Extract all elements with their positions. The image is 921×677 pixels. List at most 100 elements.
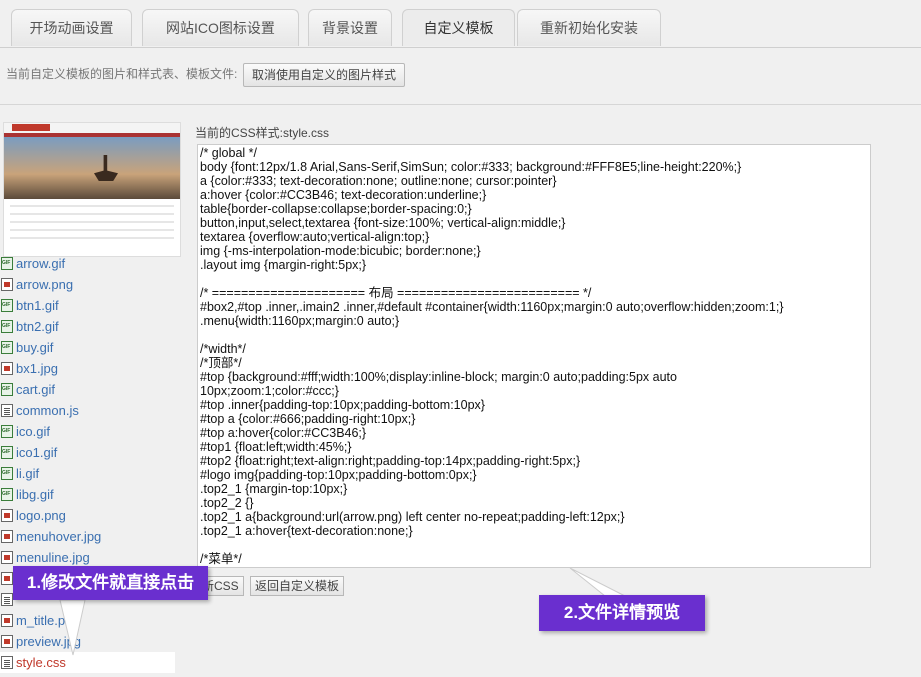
css-line: #box2,#top .inner,.imain2 .inner,#defaul… [200,300,784,314]
tab-background-settings[interactable]: 背景设置 [308,9,392,46]
css-line: /*菜单*/ [200,552,242,566]
css-line [200,272,868,286]
css-line: /* ===================== 布局 ============… [200,286,592,300]
file-item[interactable]: libg.gif [0,484,190,505]
gif-icon [1,425,13,438]
gif-icon [1,341,13,354]
back-to-template-button[interactable]: 返回自定义模板 [250,576,345,596]
image-icon [1,551,13,564]
file-list: arrow.gif arrow.png btn1.gif btn2.gif buy.gi… [0,253,190,673]
file-item[interactable]: menuhover.jpg [0,526,190,547]
css-editor-title: 当前的CSS样式:style.css [195,126,330,140]
css-line: textarea {overflow:auto;vertical-align:t… [200,230,430,244]
css-line: a:hover {color:#CC3B46; text-decoration:… [200,188,487,202]
css-line [200,538,868,552]
css-line: .layout img {margin-right:5px;} [200,258,367,272]
image-icon [1,509,13,522]
css-line: button,input,select,textarea {font-size:… [200,216,566,230]
callout-file-preview: 2.文件详情预览 [539,595,705,631]
file-item[interactable]: cart.gif [0,379,190,400]
image-icon [1,635,13,648]
thumbnail-hero-image [4,137,180,199]
gif-icon [1,446,13,459]
file-item[interactable]: buy.gif [0,337,190,358]
css-line: /*width*/ [200,342,246,356]
image-icon [1,572,13,585]
toolbar-label: 当前自定义模板的图片和样式表、模板文件: [6,67,238,81]
gif-icon [1,320,13,333]
css-line: .top2_1 a:hover{text-decoration:none;} [200,524,413,538]
css-line: #top .inner{padding-top:10px;padding-bot… [200,398,485,412]
callout-pointer-1 [59,600,86,656]
file-item[interactable]: bx1.jpg [0,358,190,379]
file-item[interactable]: m_title.png [0,610,190,631]
css-line: a {color:#333; text-decoration:none; out… [200,174,557,188]
file-name: li.gif [16,466,40,481]
thumbnail-logo [12,124,50,131]
file-item[interactable]: common.js [0,400,190,421]
file-name: btn1.gif [16,298,59,313]
gif-icon [1,299,13,312]
file-name: logo.png [16,508,66,523]
gif-icon [1,383,13,396]
css-line: #top {background:#fff;width:100%;display… [200,370,677,384]
css-line: table{border-collapse:collapse;border-sp… [200,202,472,216]
file-item[interactable]: arrow.png [0,274,190,295]
image-icon [1,530,13,543]
file-item[interactable]: ico.gif [0,421,190,442]
file-name: ico.gif [16,424,50,439]
toolbar: 当前自定义模板的图片和样式表、模板文件: 取消使用自定义的图片样式 [0,48,921,105]
callout-edit-file: 1.修改文件就直接点击 [13,566,208,600]
file-item[interactable]: arrow.gif [0,253,190,274]
css-line: #top2 {float:right;text-align:right;padd… [200,454,581,468]
css-line: img {-ms-interpolation-mode:bicubic; bor… [200,244,481,258]
image-icon [1,614,13,627]
gif-icon [1,257,13,270]
image-icon [1,278,13,291]
css-line: body {font:12px/1.8 Arial,Sans-Serif,Sim… [200,160,742,174]
css-line: .top2_1 {margin-top:10px;} [200,482,348,496]
gif-icon [1,467,13,480]
tab-intro-animation[interactable]: 开场动画设置 [11,9,132,46]
editor-actions: 新CSS 返回自定义模板 [197,576,347,596]
document-icon [1,656,13,669]
file-item[interactable]: btn2.gif [0,316,190,337]
file-item[interactable]: menuline.jpg [0,547,190,568]
document-icon [1,404,13,417]
file-name: menuline.jpg [16,550,90,565]
file-item[interactable]: li.gif [0,463,190,484]
file-item[interactable]: ico1.gif [0,442,190,463]
file-name: ico1.gif [16,445,58,460]
file-item[interactable]: btn1.gif [0,295,190,316]
css-line: 10px;zoom:1;color:#ccc;} [200,384,339,398]
cancel-custom-style-button[interactable]: 取消使用自定义的图片样式 [243,63,406,87]
css-line: .menu{width:1160px;margin:0 auto;} [200,314,400,328]
tab-custom-template[interactable]: 自定义模板 [402,9,515,46]
css-line: .top2_1 a{background:url(arrow.png) left… [200,510,625,524]
css-line: #logo img{padding-top:10px;padding-botto… [200,468,477,482]
template-preview-thumbnail[interactable] [3,122,181,257]
file-name: buy.gif [16,340,54,355]
file-item[interactable]: preview.jpg [0,631,190,652]
file-name: btn2.gif [16,319,59,334]
css-line: #top1 {float:left;width:45%;} [200,440,352,454]
file-item[interactable]: logo.png [0,505,190,526]
file-name: common.js [16,403,79,418]
file-name: arrow.png [16,277,74,292]
css-line: /* global */ [200,146,257,160]
css-line: #top a:hover{color:#CC3B46;} [200,426,367,440]
tab-favicon-settings[interactable]: 网站ICO图标设置 [142,9,299,46]
file-name: cart.gif [16,382,56,397]
image-icon [1,362,13,375]
tab-bar: 开场动画设置 网站ICO图标设置 背景设置 自定义模板 重新初始化安装 [0,0,921,48]
file-name: arrow.gif [16,256,66,271]
css-editor[interactable]: /* global */body {font:12px/1.8 Arial,Sa… [197,144,871,568]
file-name: bx1.jpg [16,361,58,376]
css-line [200,328,868,342]
tab-reinitialize[interactable]: 重新初始化安装 [517,9,661,46]
css-line: /*顶部*/ [200,356,242,370]
css-line: #top a {color:#666;padding-right:10px;} [200,412,416,426]
gif-icon [1,488,13,501]
document-icon [1,593,13,606]
css-line: .top2_2 {} [200,496,254,510]
